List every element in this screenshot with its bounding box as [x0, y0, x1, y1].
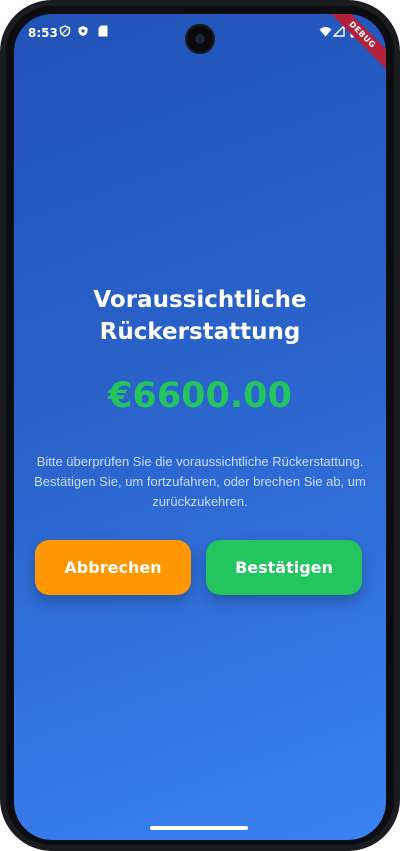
page-title: Voraussichtliche Rückerstattung: [14, 284, 386, 348]
wifi-icon: [318, 24, 332, 38]
refund-amount: €6600.00: [108, 376, 292, 416]
device-frame: 8:53 DEBUG Voraussichtliche Rückerstattu…: [0, 0, 400, 851]
status-time: 8:53: [28, 26, 58, 40]
home-indicator[interactable]: [150, 826, 248, 830]
front-camera: [185, 24, 215, 54]
title-line-2: Rückerstattung: [99, 319, 301, 345]
app-screen: 8:53 DEBUG Voraussichtliche Rückerstattu…: [14, 14, 386, 840]
debug-banner: DEBUG: [324, 14, 386, 73]
sim-card-icon: [96, 24, 110, 38]
status-bar: 8:53 DEBUG: [14, 14, 386, 73]
refund-description: Bitte überprüfen Sie die voraussichtlich…: [34, 454, 366, 509]
title-line-1: Voraussichtliche: [93, 287, 307, 313]
shield-icon: [76, 24, 90, 38]
shield-outline-icon: [58, 24, 72, 38]
cancel-button[interactable]: Abbrechen: [35, 540, 191, 595]
confirm-button[interactable]: Bestätigen: [206, 540, 362, 595]
